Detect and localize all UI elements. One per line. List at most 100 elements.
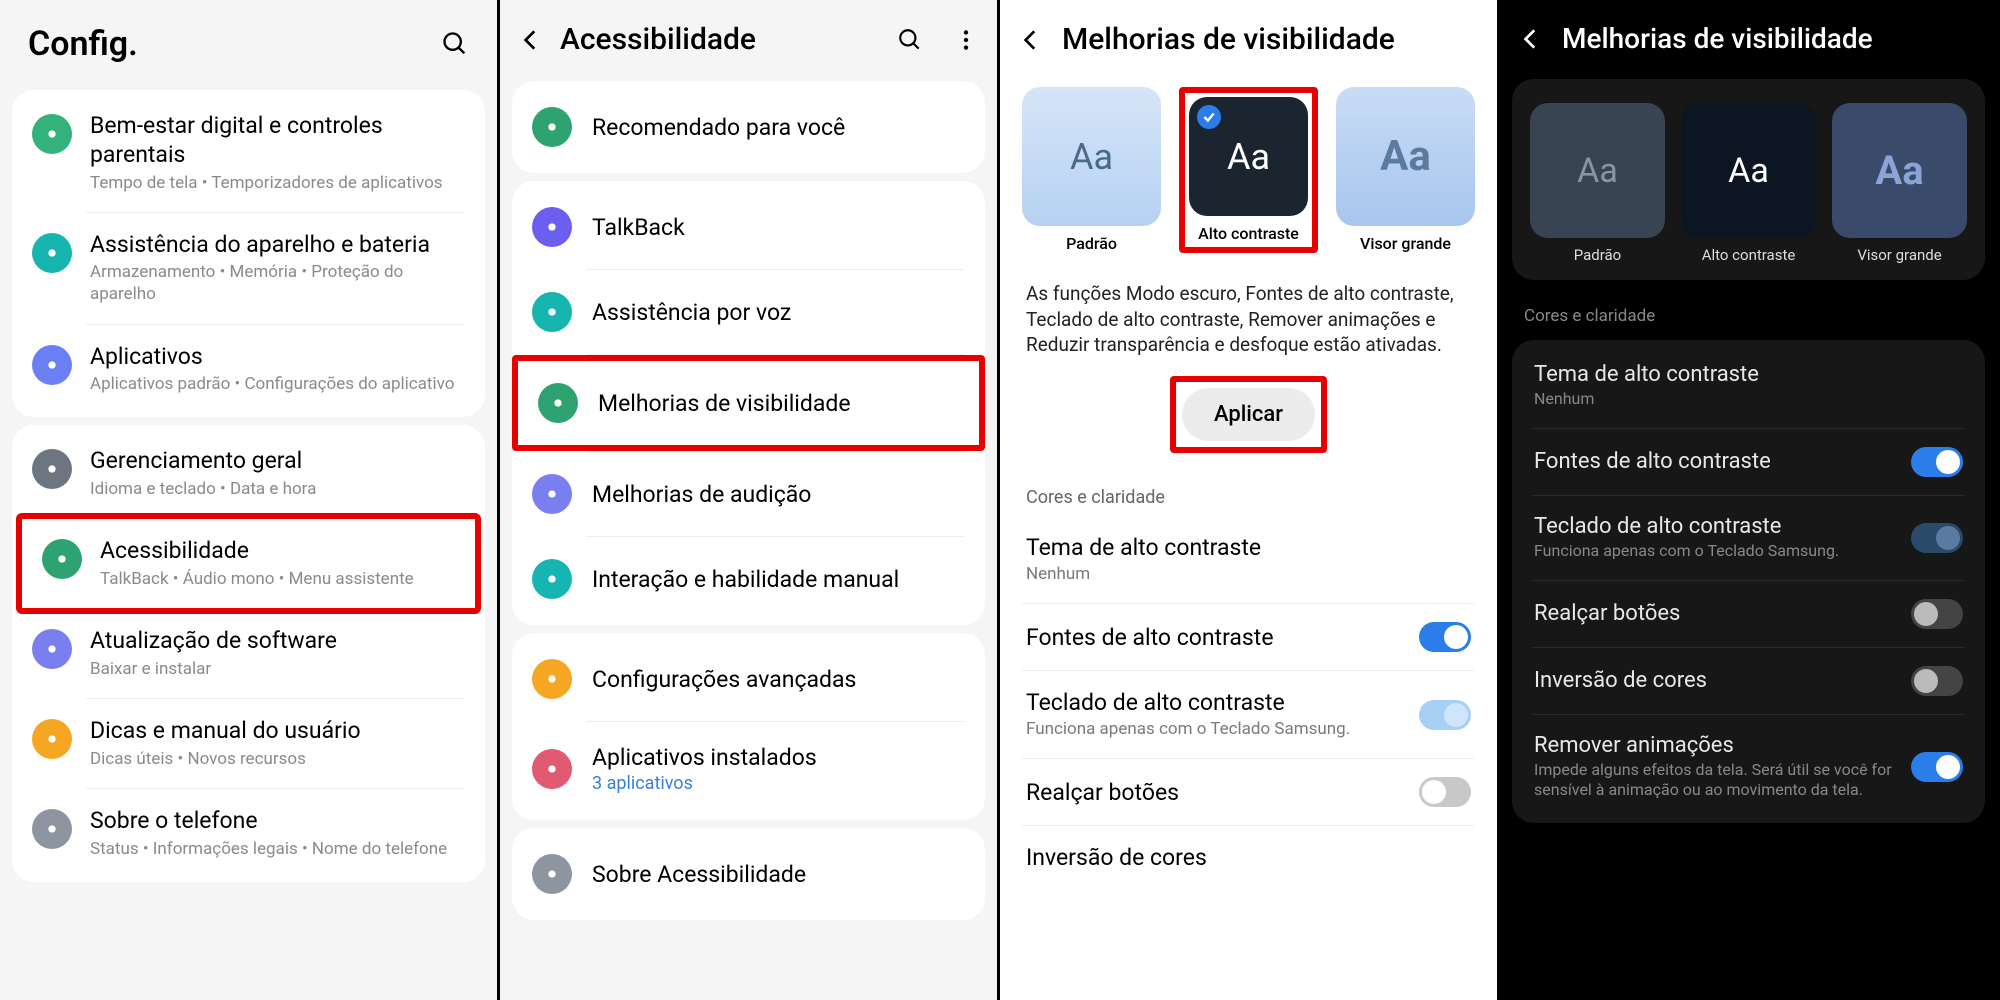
row-title: Melhorias de audição — [592, 481, 965, 508]
display-mode-0[interactable]: Aa Padrão — [1022, 87, 1161, 253]
row-subtitle: Baixar e instalar — [90, 658, 465, 680]
accessibility-screen: Acessibilidade Recomendado para você Tal… — [500, 0, 1000, 1000]
toggle-switch[interactable] — [1911, 447, 1963, 477]
search-icon[interactable] — [441, 30, 469, 58]
mode-glyph: Aa — [1875, 147, 1923, 194]
setting-row[interactable]: Realçar botões — [1512, 581, 1985, 647]
settings-row-accessibility[interactable]: Acessibilidade TalkBack • Áudio mono • M… — [16, 513, 481, 614]
setting-row[interactable]: Teclado de alto contrasteFunciona apenas… — [1000, 671, 1497, 758]
row-title: Assistência do aparelho e bateria — [90, 231, 465, 260]
update-icon — [32, 629, 72, 669]
toggle-switch[interactable] — [1419, 777, 1471, 807]
setting-subtitle: Funciona apenas com o Teclado Samsung. — [1026, 718, 1403, 740]
a11y-row-hearing[interactable]: Melhorias de audição — [512, 452, 985, 536]
row-title: Gerenciamento geral — [90, 447, 465, 476]
accessibility-icon — [42, 539, 82, 579]
check-icon — [1197, 105, 1221, 129]
setting-title: Teclado de alto contraste — [1534, 514, 1895, 539]
wellbeing-icon — [32, 114, 72, 154]
setting-row[interactable]: Inversão de cores — [1512, 648, 1985, 714]
a11y-row-recommend[interactable]: Recomendado para você — [512, 85, 985, 169]
settings-row-battery[interactable]: Assistência do aparelho e bateria Armaze… — [12, 213, 485, 324]
installed-icon — [532, 749, 572, 789]
settings-row-tips[interactable]: Dicas e manual do usuário Dicas úteis • … — [12, 699, 485, 788]
row-title: Sobre Acessibilidade — [592, 861, 965, 888]
row-subtitle: Tempo de tela • Temporizadores de aplica… — [90, 172, 465, 194]
setting-row[interactable]: Inversão de cores — [1000, 826, 1497, 889]
row-title: Bem-estar digital e controles parentais — [90, 112, 465, 170]
setting-title: Fontes de alto contraste — [1534, 449, 1895, 474]
toggle-switch[interactable] — [1911, 599, 1963, 629]
a11y-row-installed[interactable]: Aplicativos instalados 3 aplicativos — [512, 722, 985, 816]
visibility-icon — [538, 383, 578, 423]
settings-row-about[interactable]: Sobre o telefone Status • Informações le… — [12, 789, 485, 878]
toggle-switch[interactable] — [1911, 752, 1963, 782]
row-subtitle: Armazenamento • Memória • Proteção do ap… — [90, 261, 465, 305]
section-header: Cores e claridade — [1000, 469, 1497, 516]
setting-title: Tema de alto contraste — [1534, 362, 1963, 387]
setting-title: Inversão de cores — [1026, 844, 1471, 871]
page-title: Melhorias de visibilidade — [1062, 22, 1395, 57]
row-subtitle: Dicas úteis • Novos recursos — [90, 748, 465, 770]
a11y-row-advanced[interactable]: Configurações avançadas — [512, 637, 985, 721]
row-title: TalkBack — [592, 214, 965, 241]
row-title: Sobre o telefone — [90, 807, 465, 836]
apps-icon — [32, 345, 72, 385]
mode-glyph: Aa — [1070, 136, 1113, 178]
toggle-switch[interactable] — [1419, 700, 1471, 730]
row-title: Interação e habilidade manual — [592, 566, 965, 593]
setting-subtitle: Nenhum — [1534, 389, 1963, 410]
setting-title: Realçar botões — [1534, 601, 1895, 626]
voice-icon — [532, 292, 572, 332]
page-title: Config. — [28, 24, 138, 64]
a11y-row-about-a11y[interactable]: Sobre Acessibilidade — [512, 832, 985, 916]
toggle-switch[interactable] — [1419, 622, 1471, 652]
apply-highlight: Aplicar — [1170, 376, 1327, 453]
mode-label: Alto contraste — [1189, 224, 1308, 243]
a11y-row-talkback[interactable]: TalkBack — [512, 185, 985, 269]
back-icon[interactable] — [1518, 26, 1544, 52]
mode-description: As funções Modo escuro, Fontes de alto c… — [1000, 263, 1497, 368]
a11y-row-visibility[interactable]: Melhorias de visibilidade — [518, 361, 979, 445]
setting-title: Remover animações — [1534, 733, 1895, 758]
about-a11y-icon — [532, 854, 572, 894]
setting-row[interactable]: Remover animaçõesImpede alguns efeitos d… — [1512, 715, 1985, 820]
setting-row[interactable]: Tema de alto contrasteNenhum — [1000, 516, 1497, 603]
setting-row[interactable]: Fontes de alto contraste — [1512, 429, 1985, 495]
row-title: Recomendado para você — [592, 114, 965, 141]
row-subtitle: Idioma e teclado • Data e hora — [90, 478, 465, 500]
row-title: Assistência por voz — [592, 299, 965, 326]
about-icon — [32, 809, 72, 849]
mode-label: Padrão — [1022, 234, 1161, 253]
back-icon[interactable] — [518, 27, 544, 53]
display-mode-1[interactable]: AaAlto contraste — [1179, 87, 1318, 253]
apply-button[interactable]: Aplicar — [1182, 388, 1315, 441]
page-title: Acessibilidade — [560, 22, 881, 57]
setting-row[interactable]: Realçar botões — [1000, 759, 1497, 825]
mode-label: Alto contraste — [1681, 246, 1816, 264]
a11y-row-interaction[interactable]: Interação e habilidade manual — [512, 537, 985, 621]
settings-row-apps[interactable]: Aplicativos Aplicativos padrão • Configu… — [12, 325, 485, 414]
a11y-row-voice[interactable]: Assistência por voz — [512, 270, 985, 354]
back-icon[interactable] — [1018, 27, 1044, 53]
mode-label: Visor grande — [1336, 234, 1475, 253]
advanced-icon — [532, 659, 572, 699]
setting-row[interactable]: Fontes de alto contraste — [1000, 604, 1497, 670]
settings-row-update[interactable]: Atualização de software Baixar e instala… — [12, 609, 485, 698]
visibility-improvements-light: Melhorias de visibilidade Aa Padrão AaAlto… — [1000, 0, 1500, 1000]
toggle-switch[interactable] — [1911, 666, 1963, 696]
display-mode-0[interactable]: AaPadrão — [1530, 103, 1665, 264]
display-mode-2[interactable]: AaVisor grande — [1336, 87, 1475, 253]
row-title: Atualização de software — [90, 627, 465, 656]
setting-row[interactable]: Tema de alto contrasteNenhum — [1512, 344, 1985, 428]
more-icon[interactable] — [953, 27, 979, 53]
setting-title: Fontes de alto contraste — [1026, 624, 1403, 651]
recommend-icon — [532, 107, 572, 147]
display-mode-2[interactable]: AaVisor grande — [1832, 103, 1967, 264]
settings-row-general[interactable]: Gerenciamento geral Idioma e teclado • D… — [12, 429, 485, 518]
display-mode-1[interactable]: AaAlto contraste — [1681, 103, 1816, 264]
setting-row[interactable]: Teclado de alto contrasteFunciona apenas… — [1512, 496, 1985, 580]
toggle-switch[interactable] — [1911, 523, 1963, 553]
settings-row-wellbeing[interactable]: Bem-estar digital e controles parentais … — [12, 94, 485, 212]
search-icon[interactable] — [897, 27, 923, 53]
